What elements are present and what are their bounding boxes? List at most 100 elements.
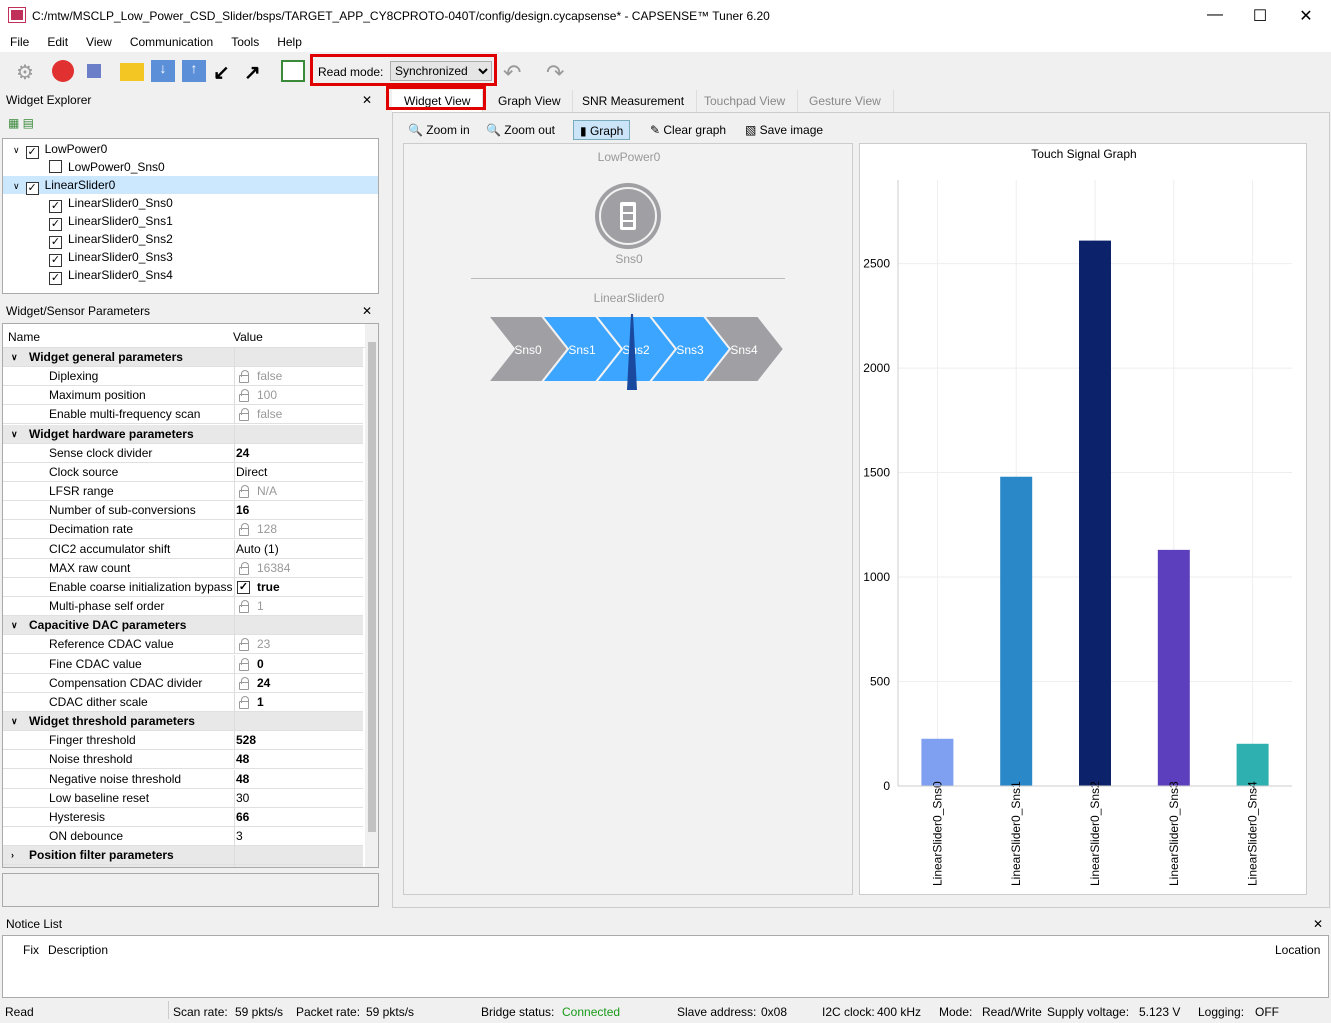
minimize-button[interactable]: — — [1200, 6, 1230, 24]
tab-graph-view[interactable]: Graph View — [486, 90, 574, 112]
log-icon[interactable] — [281, 60, 305, 82]
graph-button[interactable]: ▮ Graph — [573, 120, 631, 140]
param-value[interactable]: false — [234, 367, 364, 386]
param-row[interactable]: Finger threshold 528 — [3, 731, 364, 751]
param-row[interactable]: MAX raw count 16384 — [3, 558, 364, 578]
checkbox[interactable] — [49, 160, 62, 173]
export-icon[interactable]: ↗ — [244, 60, 268, 84]
maximize-button[interactable]: ☐ — [1245, 6, 1275, 26]
param-value[interactable]: 1 — [234, 693, 364, 712]
param-value[interactable] — [234, 616, 364, 636]
param-value[interactable]: N/A — [234, 482, 364, 501]
chevron-down-icon[interactable]: ∨ — [11, 616, 18, 635]
param-value[interactable]: 24 — [234, 673, 364, 693]
param-value[interactable]: Direct — [234, 462, 364, 482]
tree-item[interactable]: ∨ ✓ LowPower0 — [3, 140, 378, 159]
param-row[interactable]: CDAC dither scale 1 — [3, 693, 363, 712]
chevron-right-icon[interactable]: › — [11, 846, 14, 865]
param-row[interactable]: Negative noise threshold 48 — [3, 769, 364, 789]
tab-snr-measurement[interactable]: SNR Measurement — [570, 90, 698, 112]
param-value[interactable]: 3 — [234, 827, 364, 847]
menu-tools[interactable]: Tools — [221, 32, 267, 49]
checkbox[interactable]: ✓ — [237, 581, 250, 594]
param-group[interactable]: › Position filter parameters — [3, 846, 364, 866]
param-row[interactable]: Noise threshold 48 — [3, 750, 364, 770]
param-value[interactable]: ✓ true — [234, 578, 364, 597]
param-value[interactable]: 16384 — [234, 558, 364, 578]
param-row[interactable]: Decimation rate 128 — [3, 520, 364, 540]
chevron-right-icon[interactable]: › — [11, 865, 14, 867]
param-value[interactable]: 24 — [234, 443, 364, 463]
menu-file[interactable]: File — [0, 32, 37, 49]
param-value[interactable]: 16 — [234, 501, 364, 521]
param-value[interactable]: 48 — [234, 750, 364, 770]
param-row[interactable]: Low baseline reset 30 — [3, 788, 363, 808]
undo-icon[interactable]: ↶ — [503, 60, 527, 85]
param-group[interactable]: ∨ Widget threshold parameters — [3, 712, 363, 732]
param-row[interactable]: Number of sub-conversions 16 — [3, 501, 364, 521]
tree-item[interactable]: LowPower0_Sns0 — [3, 158, 378, 176]
param-value[interactable]: 100 — [234, 386, 364, 406]
param-value[interactable]: 528 — [234, 731, 364, 751]
param-row[interactable]: Maximum position 100 — [3, 386, 364, 406]
param-row[interactable]: Enable coarse initialization bypass ✓ true — [3, 578, 363, 597]
disconnect-icon[interactable] — [52, 60, 74, 82]
param-row[interactable]: Compensation CDAC divider 24 — [3, 673, 364, 693]
tree-item[interactable]: ∨ ✓ LinearSlider0 — [3, 176, 378, 195]
chevron-down-icon[interactable]: ∨ — [11, 712, 18, 731]
clear-graph-button[interactable]: ✎ Clear graph — [650, 120, 726, 140]
tree-item[interactable]: ✓ LinearSlider0_Sns2 — [3, 230, 378, 249]
param-value[interactable]: false — [234, 405, 364, 425]
zoom-out-button[interactable]: 🔍 Zoom out — [486, 120, 555, 140]
chevron-down-icon[interactable]: ∨ — [11, 348, 18, 367]
download-icon[interactable]: ↓ — [151, 60, 175, 82]
read-mode-select[interactable]: Synchronized — [390, 61, 492, 81]
close-button[interactable]: ✕ — [1291, 6, 1321, 26]
param-value[interactable]: 128 — [234, 520, 364, 540]
param-group[interactable]: ∨ Widget general parameters — [3, 348, 363, 367]
param-row[interactable]: CIC2 accumulator shift Auto (1) — [3, 539, 364, 559]
param-row[interactable]: Multi-phase self order 1 — [3, 597, 364, 617]
param-value[interactable]: 48 — [234, 769, 364, 789]
tab-gesture-view[interactable]: Gesture View — [797, 90, 894, 112]
menu-edit[interactable]: Edit — [37, 32, 76, 49]
param-group[interactable]: ∨ Widget hardware parameters — [3, 424, 363, 444]
linear-slider[interactable]: Sns0 Sns1 Sns2 Sns3 Sns4 — [484, 314, 784, 394]
chevron-down-icon[interactable]: ∨ — [13, 145, 20, 155]
tree-item[interactable]: ✓ LinearSlider0_Sns0 — [3, 194, 378, 213]
param-value[interactable]: 0 — [234, 654, 364, 674]
menu-communication[interactable]: Communication — [120, 32, 221, 49]
save-image-button[interactable]: ▧ Save image — [745, 120, 823, 140]
param-row[interactable]: Sense clock divider 24 — [3, 443, 364, 463]
param-value[interactable]: 66 — [234, 808, 364, 827]
param-group[interactable]: ∨ Capacitive DAC parameters — [3, 616, 364, 636]
tab-touchpad-view[interactable]: Touchpad View — [692, 90, 799, 112]
param-row[interactable]: Enable multi-frequency scan false — [3, 405, 364, 425]
param-value[interactable]: 1 — [234, 597, 364, 617]
param-row[interactable]: LFSR range N/A — [3, 482, 363, 501]
param-value[interactable] — [234, 846, 364, 866]
param-row[interactable]: Hysteresis 66 — [3, 808, 363, 827]
menu-help[interactable]: Help — [267, 32, 310, 49]
zoom-in-button[interactable]: 🔍 Zoom in — [408, 120, 470, 140]
chevron-down-icon[interactable]: ∨ — [13, 181, 20, 191]
menu-view[interactable]: View — [76, 32, 120, 49]
redo-icon[interactable]: ↷ — [546, 60, 570, 85]
close-panel-icon[interactable]: ✕ — [362, 304, 372, 318]
scrollbar[interactable] — [365, 324, 378, 867]
lowpower-sensor[interactable] — [594, 182, 664, 252]
param-row[interactable]: Reference CDAC value 23 — [3, 635, 364, 655]
close-panel-icon[interactable]: ✕ — [1313, 917, 1323, 931]
close-panel-icon[interactable]: ✕ — [362, 93, 372, 107]
open-folder-icon[interactable] — [120, 63, 144, 81]
chevron-down-icon[interactable]: ∨ — [11, 425, 18, 444]
tree-item[interactable]: ✓ LinearSlider0_Sns3 — [3, 248, 378, 267]
param-row[interactable]: Fine CDAC value 0 — [3, 654, 364, 674]
param-row[interactable]: ON debounce 3 — [3, 827, 364, 847]
param-group[interactable]: › Adaptive IIR filter parameters — [3, 865, 363, 867]
expand-collapse-icons[interactable]: ▦ ▤ — [8, 116, 48, 134]
param-value[interactable]: 23 — [234, 635, 364, 655]
param-value[interactable]: Auto (1) — [234, 539, 364, 559]
tree-item[interactable]: ✓ LinearSlider0_Sns1 — [3, 212, 378, 231]
param-row[interactable]: Clock source Direct — [3, 462, 364, 482]
